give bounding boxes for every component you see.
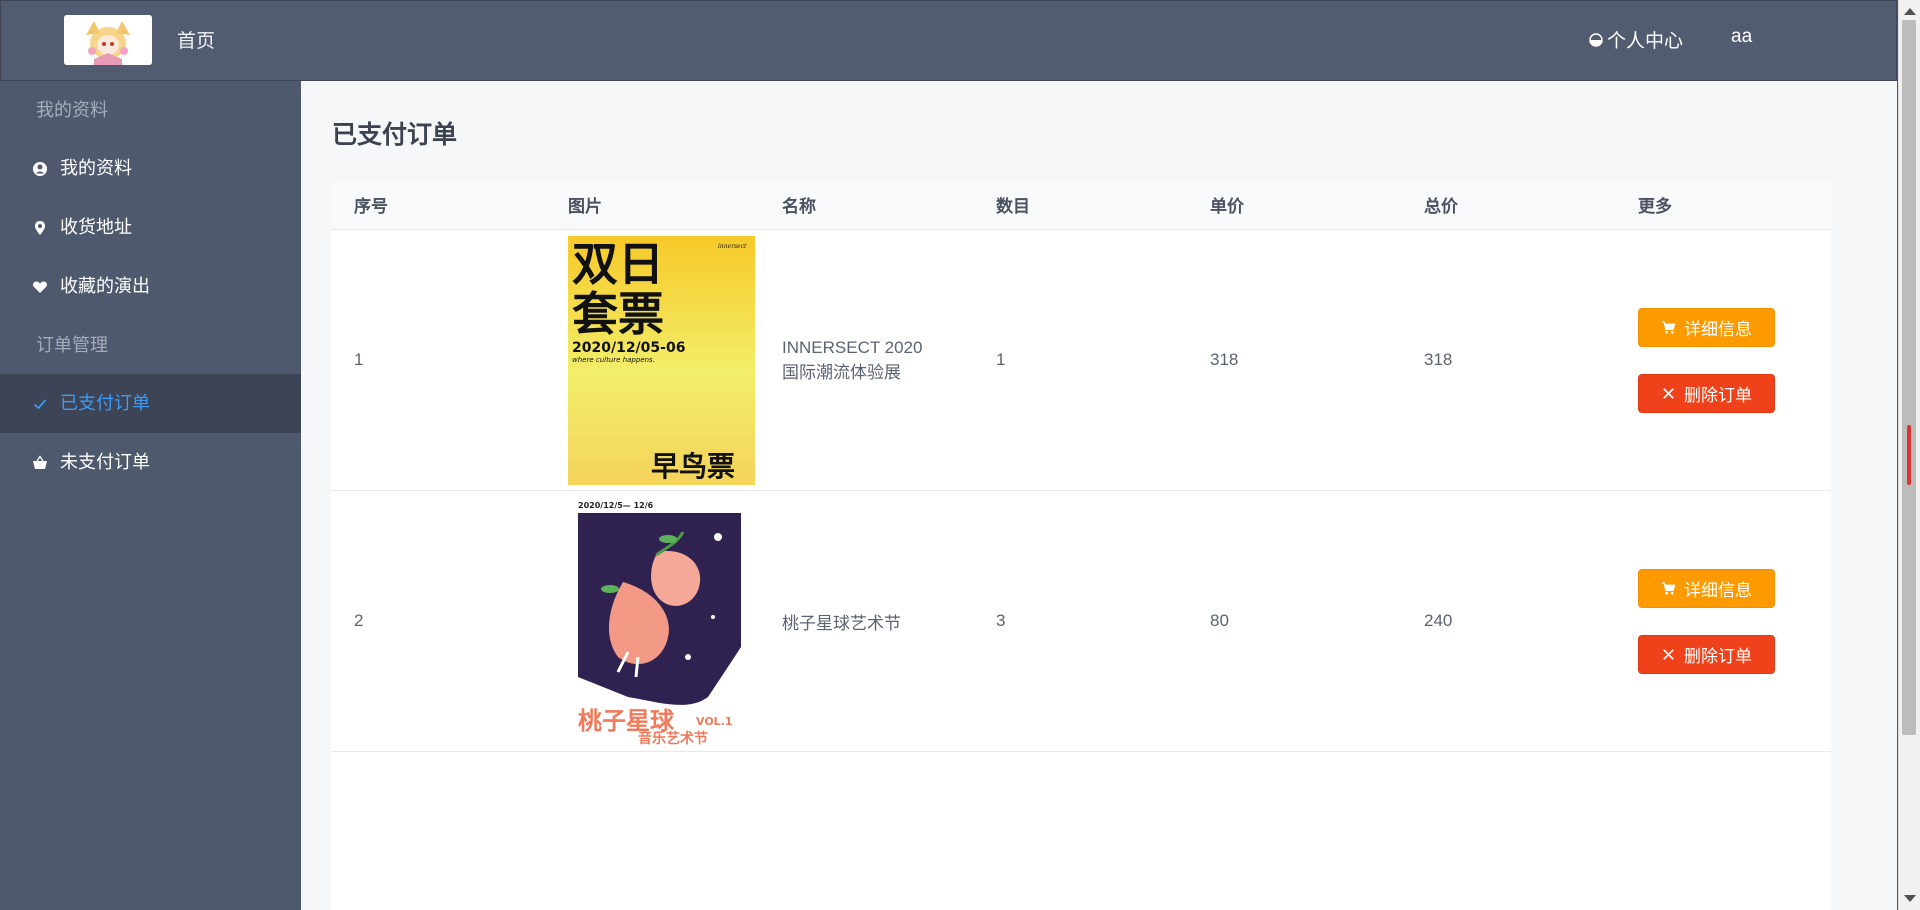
cell-count: 1 xyxy=(973,229,1187,491)
cell-image: 双日 套票 2020/12/05-06 where culture happen… xyxy=(545,229,759,491)
orders-table-wrapper: 序号 图片 名称 数目 单价 总价 更多 1 双日 套票 2020/12/05-… xyxy=(331,180,1831,910)
poster-line2: 套票 xyxy=(572,287,664,341)
sidebar-item-label: 收藏的演出 xyxy=(60,276,150,296)
cell-total: 240 xyxy=(1401,490,1615,752)
sidebar-item-label: 已支付订单 xyxy=(60,393,150,413)
location-pin-icon xyxy=(32,220,48,236)
event-poster-innersect[interactable]: 双日 套票 2020/12/05-06 where culture happen… xyxy=(568,235,755,485)
sidebar: 我的资料 我的资料 收货地址 收藏的演出 订单管理 已支付订单 未支付订单 xyxy=(0,81,301,910)
detail-button-label: 详细信息 xyxy=(1684,319,1752,339)
detail-button[interactable]: 详细信息 xyxy=(1638,307,1775,347)
poster-date: 2020/12/5— 12/6 xyxy=(578,501,654,510)
top-navbar: 首页 个人中心 aa xyxy=(0,0,1897,81)
user-center-icon xyxy=(1589,32,1603,47)
column-header-name: 名称 xyxy=(759,180,973,230)
cart-icon xyxy=(1661,320,1676,333)
sidebar-item-my-profile[interactable]: 我的资料 xyxy=(0,139,301,198)
sidebar-item-favorites[interactable]: 收藏的演出 xyxy=(0,257,301,316)
scroll-up-arrow-icon[interactable] xyxy=(1904,8,1916,15)
detail-button[interactable]: 详细信息 xyxy=(1638,568,1775,608)
column-header-price: 单价 xyxy=(1187,180,1401,230)
sidebar-item-label: 收货地址 xyxy=(60,217,132,237)
poster-subtitle: 音乐艺术节 xyxy=(638,730,708,746)
nav-user-center-label: 个人中心 xyxy=(1607,31,1684,52)
cell-image: 2020/12/5— 12/6 桃子星球 VOL.1 音乐艺术节 xyxy=(545,490,759,752)
sidebar-item-address[interactable]: 收货地址 xyxy=(0,198,301,257)
main-content: 已支付订单 序号 图片 名称 数目 单价 总价 更多 1 双日 套票 2020/… xyxy=(301,81,1897,910)
anime-avatar-logo xyxy=(64,15,152,65)
cell-index: 2 xyxy=(331,490,545,752)
delete-order-button[interactable]: 删除订单 xyxy=(1638,373,1775,413)
poster-badge: 早鸟票 xyxy=(651,450,735,483)
cell-total: 318 xyxy=(1401,229,1615,491)
column-header-index: 序号 xyxy=(331,180,545,230)
column-header-image: 图片 xyxy=(545,180,759,230)
event-poster-peach-planet[interactable]: 2020/12/5— 12/6 桃子星球 VOL.1 音乐艺术节 xyxy=(568,496,755,746)
sidebar-group-orders: 订单管理 xyxy=(36,335,108,355)
sidebar-item-unpaid-orders[interactable]: 未支付订单 xyxy=(0,433,301,492)
sidebar-item-label: 未支付订单 xyxy=(60,452,150,472)
delete-button-label: 删除订单 xyxy=(1684,385,1752,405)
close-icon xyxy=(1663,387,1674,399)
delete-button-label: 删除订单 xyxy=(1684,646,1752,666)
scroll-down-arrow-icon[interactable] xyxy=(1904,895,1916,902)
user-circle-icon xyxy=(32,161,48,177)
cell-count: 3 xyxy=(973,490,1187,752)
nav-username[interactable]: aa xyxy=(1731,26,1752,48)
poster-tagline: where culture happens. xyxy=(572,356,655,364)
cell-actions: 详细信息 删除订单 xyxy=(1615,229,1831,491)
cell-index: 1 xyxy=(331,229,545,491)
sidebar-item-paid-orders[interactable]: 已支付订单 xyxy=(0,374,301,433)
cell-name: INNERSECT 2020国际潮流体验展 xyxy=(759,229,973,491)
heart-icon xyxy=(32,279,48,295)
column-header-count: 数目 xyxy=(973,180,1187,230)
nav-user-center-link[interactable]: 个人中心 xyxy=(1589,26,1683,53)
scrollbar-marker xyxy=(1907,425,1911,485)
table-row: 2 2020/12/5— 12/6 桃子星球 VOL.1 音乐艺术节 桃子星球艺… xyxy=(331,490,1831,752)
delete-order-button[interactable]: 删除订单 xyxy=(1638,634,1775,674)
poster-date: 2020/12/05-06 xyxy=(572,340,685,356)
cell-name: 桃子星球艺术节 xyxy=(759,490,973,752)
column-header-more: 更多 xyxy=(1615,180,1831,230)
table-header-row: 序号 图片 名称 数目 单价 总价 更多 xyxy=(331,180,1831,230)
sidebar-group-profile: 我的资料 xyxy=(36,100,108,120)
scrollbar-thumb[interactable] xyxy=(1902,20,1916,735)
page-scrollbar[interactable] xyxy=(1898,0,1920,910)
orders-table: 序号 图片 名称 数目 单价 总价 更多 1 双日 套票 2020/12/05-… xyxy=(331,180,1831,752)
page-title: 已支付订单 xyxy=(332,121,458,149)
cell-price: 80 xyxy=(1187,490,1401,752)
sidebar-item-label: 我的资料 xyxy=(60,158,132,178)
column-header-total: 总价 xyxy=(1401,180,1615,230)
cell-actions: 详细信息 删除订单 xyxy=(1615,490,1831,752)
poster-line1: 双日 xyxy=(572,237,664,291)
poster-brand: innersect xyxy=(718,243,747,250)
basket-icon xyxy=(32,454,48,471)
cell-price: 318 xyxy=(1187,229,1401,491)
close-icon xyxy=(1663,648,1674,660)
nav-home-link[interactable]: 首页 xyxy=(177,26,215,53)
detail-button-label: 详细信息 xyxy=(1684,580,1752,600)
site-logo[interactable] xyxy=(64,15,152,65)
cart-icon xyxy=(1661,581,1676,594)
poster-vol: VOL.1 xyxy=(696,715,733,728)
table-row: 1 双日 套票 2020/12/05-06 where culture happ… xyxy=(331,229,1831,491)
check-icon xyxy=(32,396,48,412)
